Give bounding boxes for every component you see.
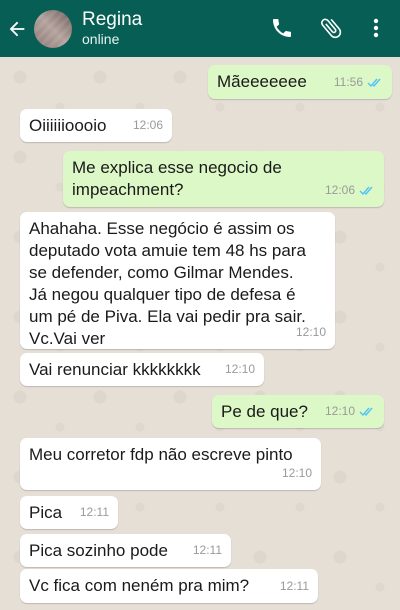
message-time: 12:10	[295, 325, 326, 339]
message-meta: 12:11	[80, 501, 109, 523]
message-bubble-incoming[interactable]: Pica 12:11	[20, 496, 118, 529]
message-meta: 12:06	[133, 114, 163, 136]
arrow-back-icon	[9, 21, 25, 36]
message-list[interactable]: Mãeeeeeee 11:56 Oiiiiiioooio 12:06 Me ex…	[0, 57, 400, 610]
message-text: Meu corretor fdp não escreve pinto	[29, 445, 293, 464]
contact-status: online	[82, 31, 120, 47]
paperclip-icon	[320, 18, 342, 39]
double-check-icon	[359, 185, 375, 196]
message-meta: 12:11	[193, 539, 222, 561]
message-meta: 12:06	[325, 179, 375, 201]
message-bubble-incoming[interactable]: Oiiiiiioooio 12:06	[20, 109, 172, 142]
message-time: 12:10	[324, 404, 355, 418]
message-time: 12:11	[79, 505, 109, 519]
message-bubble-incoming[interactable]: Meu corretor fdp não escreve pinto 12:10	[20, 438, 321, 490]
contact-name: Regina	[82, 9, 143, 30]
message-meta: 12:10	[282, 462, 312, 484]
message-meta: 12:10	[325, 400, 375, 422]
message-meta: 12:11	[280, 575, 309, 597]
message-bubble-incoming[interactable]: Ahahaha. Esse negócio é assim os deputad…	[20, 212, 335, 349]
message-bubble-incoming[interactable]: Pica sozinho pode 12:11	[20, 534, 231, 567]
call-button[interactable]	[268, 14, 296, 42]
back-button[interactable]	[2, 0, 32, 57]
message-text: Vc fica com neném pra mim?	[29, 576, 250, 595]
message-text: Vai renunciar kkkkkkkk	[29, 360, 201, 379]
chat-header: Regina online	[0, 0, 400, 57]
message-time: 11:56	[333, 75, 363, 89]
phone-icon	[273, 19, 291, 37]
message-text: Ahahaha. Esse negócio é assim os deputad…	[29, 219, 306, 348]
message-time: 12:10	[281, 466, 312, 480]
message-time: 12:11	[279, 579, 309, 593]
message-bubble-outgoing[interactable]: Pe de que? 12:10	[212, 395, 384, 428]
avatar[interactable]	[34, 9, 72, 48]
message-bubble-incoming[interactable]: Vai renunciar kkkkkkkk 12:10	[20, 353, 264, 386]
message-meta: 11:56	[334, 71, 383, 93]
message-meta: 12:10	[225, 358, 255, 380]
message-time: 12:10	[224, 362, 255, 376]
attach-button[interactable]	[317, 14, 345, 42]
double-check-icon	[359, 406, 375, 417]
message-time: 12:11	[192, 543, 222, 557]
more-vertical-icon	[373, 18, 379, 38]
contact-info[interactable]: Regina online	[82, 9, 142, 48]
menu-button[interactable]	[362, 14, 390, 42]
message-bubble-outgoing[interactable]: Mãeeeeeee 11:56	[208, 65, 392, 99]
message-meta: 12:10	[296, 321, 326, 343]
message-time: 12:06	[324, 183, 355, 197]
message-bubble-incoming[interactable]: Vc fica com neném pra mim? 12:11	[20, 569, 318, 603]
message-time: 12:06	[132, 118, 163, 132]
message-bubble-outgoing[interactable]: Me explica esse negocio de impeachment? …	[63, 151, 384, 207]
double-check-icon	[367, 77, 383, 88]
